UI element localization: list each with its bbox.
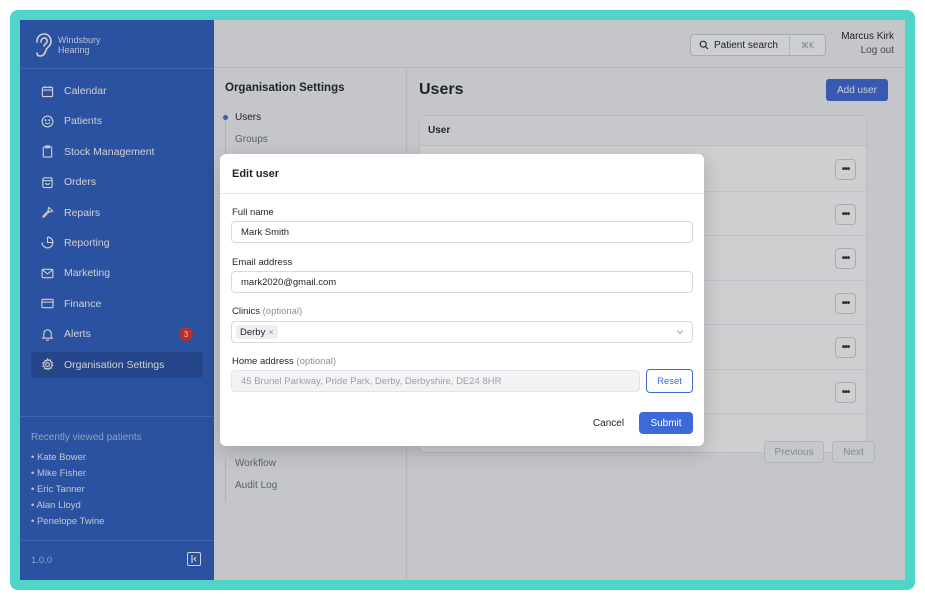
app-window: Windsbury Hearing Calendar Patients Stoc… (20, 20, 905, 580)
home-address-field[interactable]: 45 Brunel Parkway, Pride Park, Derby, De… (231, 370, 640, 392)
optional-hint: (optional) (262, 306, 303, 317)
email-field[interactable]: mark2020@gmail.com (231, 271, 693, 293)
email-label: Email address (232, 257, 293, 268)
dialog-divider (220, 193, 704, 194)
clinic-tag: Derby × (236, 325, 278, 339)
cancel-button[interactable]: Cancel (586, 412, 631, 434)
clinic-tag-label: Derby (240, 326, 266, 338)
dialog-title: Edit user (232, 168, 280, 180)
submit-button[interactable]: Submit (639, 412, 693, 434)
reset-address-button[interactable]: Reset (646, 369, 693, 393)
clinics-label-text: Clinics (232, 306, 260, 317)
full-name-label: Full name (232, 207, 274, 218)
clinics-multiselect[interactable]: Derby × (231, 321, 693, 343)
remove-tag-icon[interactable]: × (268, 327, 273, 337)
full-name-field[interactable]: Mark Smith (231, 221, 693, 243)
chevron-down-icon[interactable] (676, 328, 684, 336)
edit-user-dialog: Edit user Full name Mark Smith Email add… (220, 154, 704, 446)
optional-hint: (optional) (296, 356, 337, 367)
full-name-value: Mark Smith (241, 226, 290, 238)
clinics-label: Clinics (optional) (232, 306, 302, 317)
email-value: mark2020@gmail.com (241, 276, 337, 288)
home-address-label-text: Home address (232, 356, 294, 367)
home-address-placeholder: 45 Brunel Parkway, Pride Park, Derby, De… (241, 375, 502, 387)
home-address-label: Home address (optional) (232, 356, 336, 367)
